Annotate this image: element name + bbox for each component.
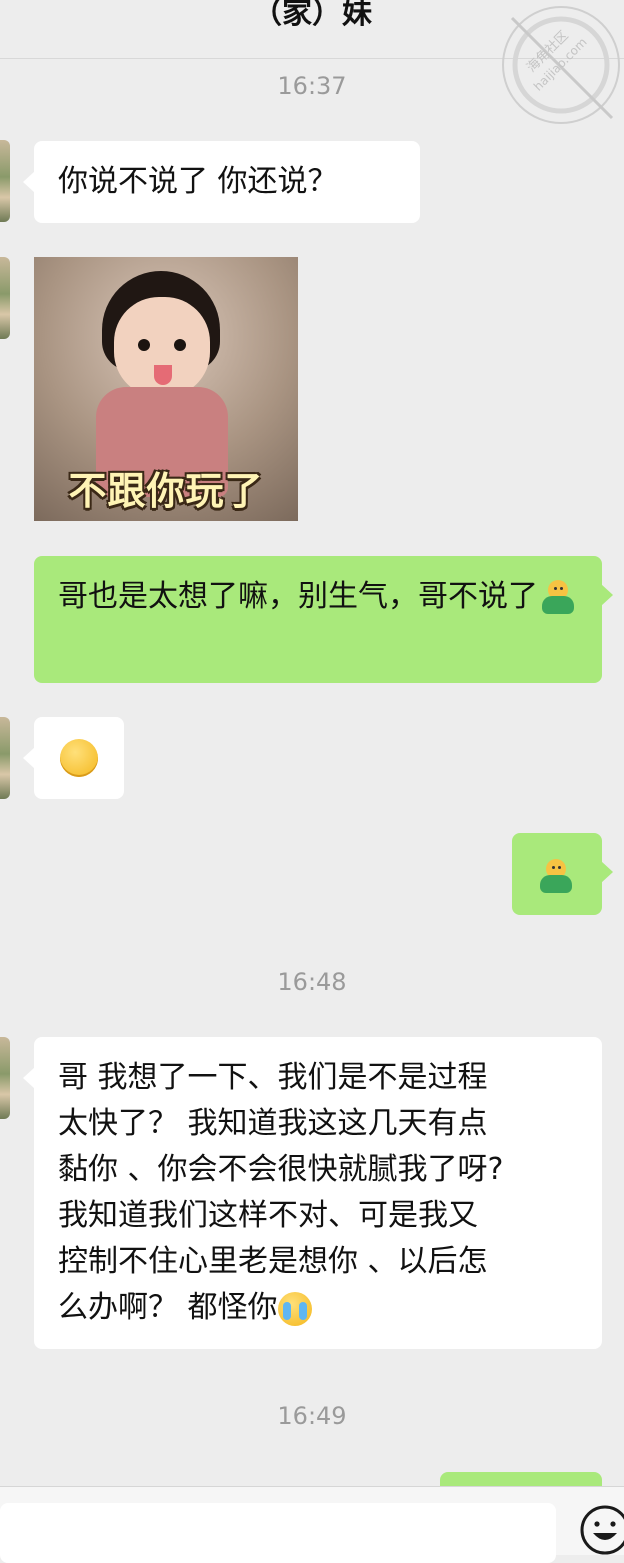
message-line: 哥 我想了一下、我们是不是过程 <box>58 1060 488 1095</box>
message-line: 黏你 、你会不会很快就腻我了呀? <box>58 1152 504 1187</box>
watermark-logo: 海角社区 haijiao.com <box>502 6 620 124</box>
contact-avatar[interactable] <box>0 140 10 222</box>
timestamp: 16:48 <box>277 968 347 996</box>
message-line: 控制不住心里老是想你 、以后怎 <box>58 1244 488 1279</box>
timestamp: 16:37 <box>277 72 347 100</box>
green-figure-emoji-icon <box>538 578 578 618</box>
sticker-image[interactable]: 不跟你玩了 <box>34 257 298 521</box>
contact-avatar[interactable] <box>0 717 10 799</box>
message-text: 哥也是太想了嘛，别生气，哥不说了 <box>58 579 538 614</box>
message-line-last: 么办啊？ 都怪你 <box>58 1285 578 1331</box>
green-figure-emoji-icon <box>536 857 576 897</box>
message-line: 我知道我们这样不对、可是我又 <box>58 1198 478 1233</box>
message-input[interactable] <box>0 1503 556 1563</box>
input-bar <box>0 1486 624 1563</box>
message-bubble-outgoing[interactable] <box>512 833 613 915</box>
message-bubble-outgoing[interactable]: 哥也是太想了嘛，别生气，哥不说了 <box>34 556 613 683</box>
message-line: 太快了？ 我知道我这这几天有点 <box>58 1106 488 1141</box>
message-bubble-incoming[interactable]: 哥 我想了一下、我们是不是过程 太快了？ 我知道我这这几天有点 黏你 、你会不会… <box>23 1037 602 1349</box>
message-line: 么办啊？ 都怪你 <box>58 1290 278 1325</box>
tongue-out-emoji-icon <box>60 739 98 777</box>
message-bubble-incoming[interactable] <box>23 717 124 799</box>
smiley-face-icon[interactable] <box>578 1503 624 1557</box>
message-text: 你说不说了 你还说？ <box>58 164 338 199</box>
contact-avatar[interactable] <box>0 257 10 339</box>
sticker-caption: 不跟你玩了 <box>68 469 264 513</box>
message-bubble-incoming[interactable]: 你说不说了 你还说？ <box>23 141 420 223</box>
crying-emoji-icon <box>277 1291 312 1326</box>
contact-avatar[interactable] <box>0 1037 10 1119</box>
timestamp: 16:49 <box>277 1402 347 1430</box>
